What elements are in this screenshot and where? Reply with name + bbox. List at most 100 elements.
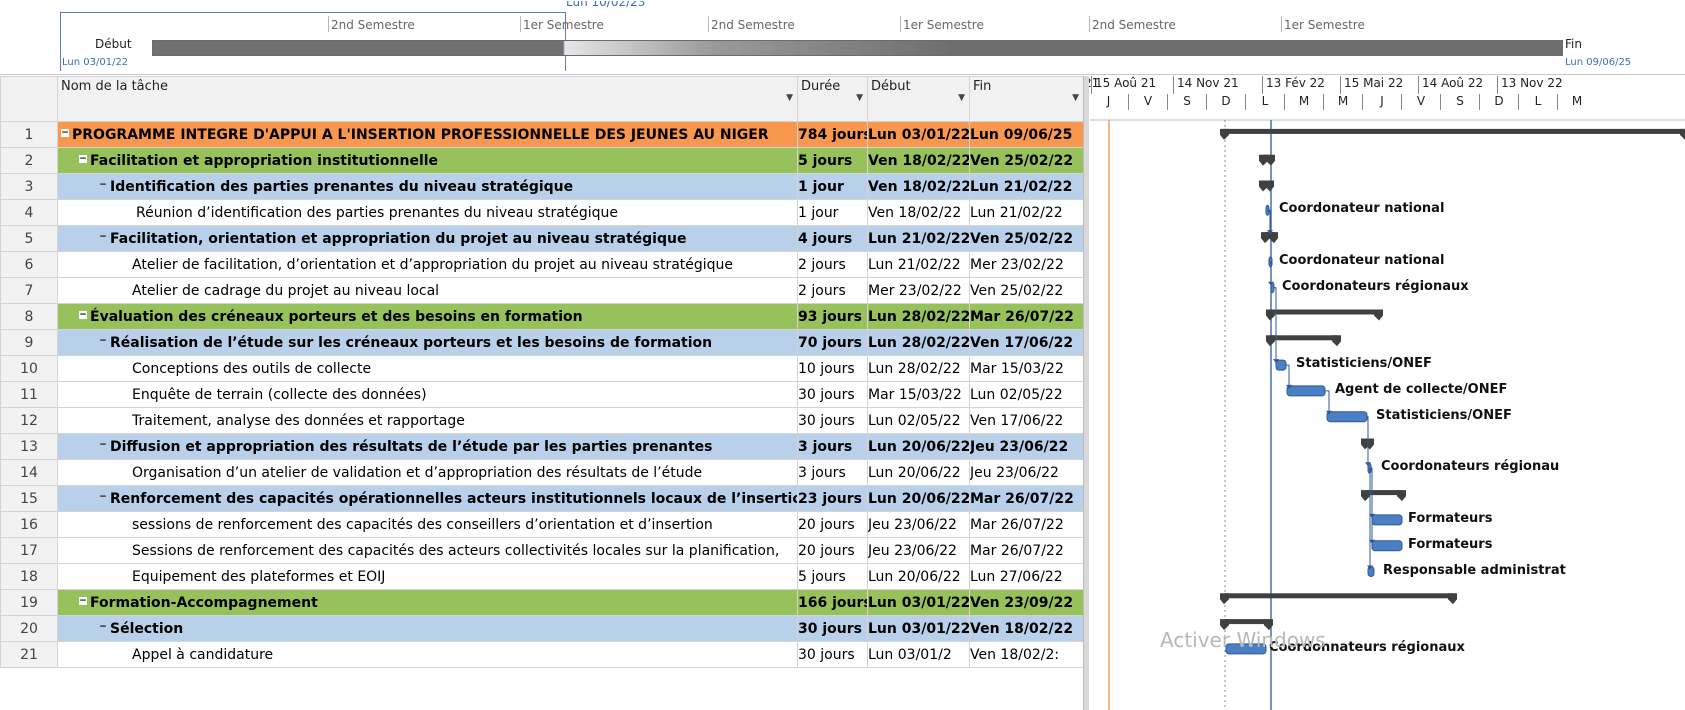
task-name-cell[interactable]: − Facilitation, orientation et appropriat…	[57, 225, 798, 252]
task-row[interactable]: 20− Sélection 30 jours Lun 03/01/22 Ven 18/0…	[0, 615, 1084, 642]
timeline-strip[interactable]: Lun 10/02/23 2nd Semestre 1er Semestre 2…	[0, 0, 1685, 75]
task-start[interactable]: Lun 03/01/2	[867, 641, 970, 668]
task-row[interactable]: 2− Facilitation et appropriation institut…	[0, 147, 1084, 174]
task-row[interactable]: 8− Évaluation des créneaux porteurs et de…	[0, 303, 1084, 330]
task-name-cell[interactable]: − Formation-Accompagnement	[57, 589, 798, 616]
task-end[interactable]: Ven 23/09/22	[969, 589, 1084, 616]
task-duration[interactable]: 23 jours	[797, 485, 868, 512]
task-start[interactable]: Lun 03/01/22	[867, 615, 970, 642]
row-number[interactable]: 21	[0, 641, 58, 668]
task-end[interactable]: Jeu 23/06/22	[969, 433, 1084, 460]
task-row[interactable]: 21 Appel à candidature 30 jours Lun 03/01/2…	[0, 641, 1084, 668]
row-number[interactable]: 19	[0, 589, 58, 616]
task-duration[interactable]: 1 jour	[797, 173, 868, 200]
collapse-toggle-icon[interactable]: −	[99, 440, 107, 449]
task-end[interactable]: Ven 25/02/22	[969, 277, 1084, 304]
row-number[interactable]: 12	[0, 407, 58, 434]
task-bar[interactable]	[1371, 540, 1403, 552]
summary-bar[interactable]	[1365, 490, 1402, 496]
task-end[interactable]: Lun 02/05/22	[969, 381, 1084, 408]
summary-bar[interactable]	[1224, 619, 1269, 625]
task-start[interactable]: Ven 18/02/22	[867, 147, 970, 174]
task-start[interactable]: Lun 02/05/22	[867, 407, 970, 434]
row-number[interactable]: 6	[0, 251, 58, 278]
task-duration[interactable]: 20 jours	[797, 537, 868, 564]
task-end[interactable]: Ven 25/02/22	[969, 225, 1084, 252]
task-row[interactable]: 12 Traitement, analyse des données et rap…	[0, 407, 1084, 434]
task-start[interactable]: Ven 18/02/22	[867, 199, 970, 226]
summary-bar[interactable]	[1224, 593, 1453, 599]
task-start[interactable]: Lun 20/06/22	[867, 485, 970, 512]
task-end[interactable]: Mar 26/07/22	[969, 485, 1084, 512]
task-start[interactable]: Mer 23/02/22	[867, 277, 970, 304]
task-duration[interactable]: 3 jours	[797, 459, 868, 486]
gantt-chart[interactable]: 2115 Aoû 2114 Nov 2113 Fév 2215 Mai 2214…	[1089, 76, 1685, 710]
task-name-cell[interactable]: − Sélection	[57, 615, 798, 642]
row-number[interactable]: 15	[0, 485, 58, 512]
summary-bar[interactable]	[1270, 335, 1337, 341]
task-name-cell[interactable]: Appel à candidature	[57, 641, 798, 668]
collapse-toggle-icon[interactable]: −	[99, 492, 107, 501]
task-start[interactable]: Lun 20/06/22	[867, 563, 970, 590]
task-duration[interactable]: 5 jours	[797, 563, 868, 590]
row-number[interactable]: 16	[0, 511, 58, 538]
task-row[interactable]: 3− Identification des parties prenantes d…	[0, 173, 1084, 200]
task-name-cell[interactable]: Conceptions des outils de collecte	[57, 355, 798, 382]
task-end[interactable]: Mar 15/03/22	[969, 355, 1084, 382]
task-grid[interactable]: Nom de la tâche ▼ Durée ▼ Début ▼ Fin ▼ 1− PR…	[0, 76, 1084, 710]
task-end[interactable]: Ven 18/02/2:	[969, 641, 1084, 668]
task-name-cell[interactable]: Traitement, analyse des données et rappo…	[57, 407, 798, 434]
task-row[interactable]: 14 Organisation d’un atelier de validatio…	[0, 459, 1084, 486]
task-end[interactable]: Mer 23/02/22	[969, 251, 1084, 278]
row-number[interactable]: 5	[0, 225, 58, 252]
timeline-project-bar[interactable]	[152, 40, 1563, 56]
task-end[interactable]: Lun 27/06/22	[969, 563, 1084, 590]
task-row[interactable]: 15− Renforcement des capacités opérationn…	[0, 485, 1084, 512]
task-duration[interactable]: 784 jours	[797, 121, 868, 148]
task-start[interactable]: Lun 03/01/22	[867, 589, 970, 616]
task-start[interactable]: Lun 21/02/22	[867, 251, 970, 278]
task-start[interactable]: Lun 28/02/22	[867, 355, 970, 382]
task-name-cell[interactable]: Organisation d’un atelier de validation …	[57, 459, 798, 486]
collapse-toggle-icon[interactable]: −	[99, 180, 107, 189]
task-name-cell[interactable]: − Facilitation et appropriation instituti…	[57, 147, 798, 174]
task-row[interactable]: 5− Facilitation, orientation et appropria…	[0, 225, 1084, 252]
task-duration[interactable]: 30 jours	[797, 641, 868, 668]
column-filter-icon[interactable]: ▼	[1072, 93, 1079, 103]
task-name-cell[interactable]: − PROGRAMME INTEGRE D'APPUI A L'INSERTION…	[57, 121, 798, 148]
row-number[interactable]: 14	[0, 459, 58, 486]
task-bar[interactable]	[1371, 514, 1403, 526]
task-duration[interactable]: 30 jours	[797, 615, 868, 642]
column-header-start[interactable]: Début ▼	[867, 76, 970, 122]
task-row[interactable]: 4 Réunion d’identification des parties pr…	[0, 199, 1084, 226]
collapse-toggle-icon[interactable]: −	[99, 336, 107, 345]
task-duration[interactable]: 10 jours	[797, 355, 868, 382]
task-row[interactable]: 16 sessions de renforcement des capacités…	[0, 511, 1084, 538]
task-name-cell[interactable]: Sessions de renforcement des capacités d…	[57, 537, 798, 564]
collapse-toggle-icon[interactable]: −	[99, 232, 107, 241]
task-end[interactable]: Lun 21/02/22	[969, 199, 1084, 226]
task-end[interactable]: Lun 21/02/22	[969, 173, 1084, 200]
row-number[interactable]: 13	[0, 433, 58, 460]
task-start[interactable]: Jeu 23/06/22	[867, 511, 970, 538]
row-number[interactable]: 7	[0, 277, 58, 304]
task-bar[interactable]	[1286, 385, 1326, 397]
row-number[interactable]: 18	[0, 563, 58, 590]
task-duration[interactable]: 2 jours	[797, 251, 868, 278]
task-end[interactable]: Ven 17/06/22	[969, 407, 1084, 434]
task-name-cell[interactable]: − Identification des parties prenantes du…	[57, 173, 798, 200]
task-name-cell[interactable]: Atelier de facilitation, d’orientation e…	[57, 251, 798, 278]
task-end[interactable]: Ven 18/02/22	[969, 615, 1084, 642]
task-start[interactable]: Lun 21/02/22	[867, 225, 970, 252]
task-start[interactable]: Lun 28/02/22	[867, 303, 970, 330]
task-duration[interactable]: 166 jours	[797, 589, 868, 616]
task-name-cell[interactable]: Enquête de terrain (collecte des données…	[57, 381, 798, 408]
task-row[interactable]: 1− PROGRAMME INTEGRE D'APPUI A L'INSERTIO…	[0, 121, 1084, 148]
row-number[interactable]: 10	[0, 355, 58, 382]
task-duration[interactable]: 4 jours	[797, 225, 868, 252]
task-duration[interactable]: 5 jours	[797, 147, 868, 174]
task-duration[interactable]: 30 jours	[797, 407, 868, 434]
task-row[interactable]: 7 Atelier de cadrage du projet au niveau …	[0, 277, 1084, 304]
task-row[interactable]: 13− Diffusion et appropriation des résult…	[0, 433, 1084, 460]
task-row[interactable]: 18 Equipement des plateformes et EOIJ 5 jo…	[0, 563, 1084, 590]
